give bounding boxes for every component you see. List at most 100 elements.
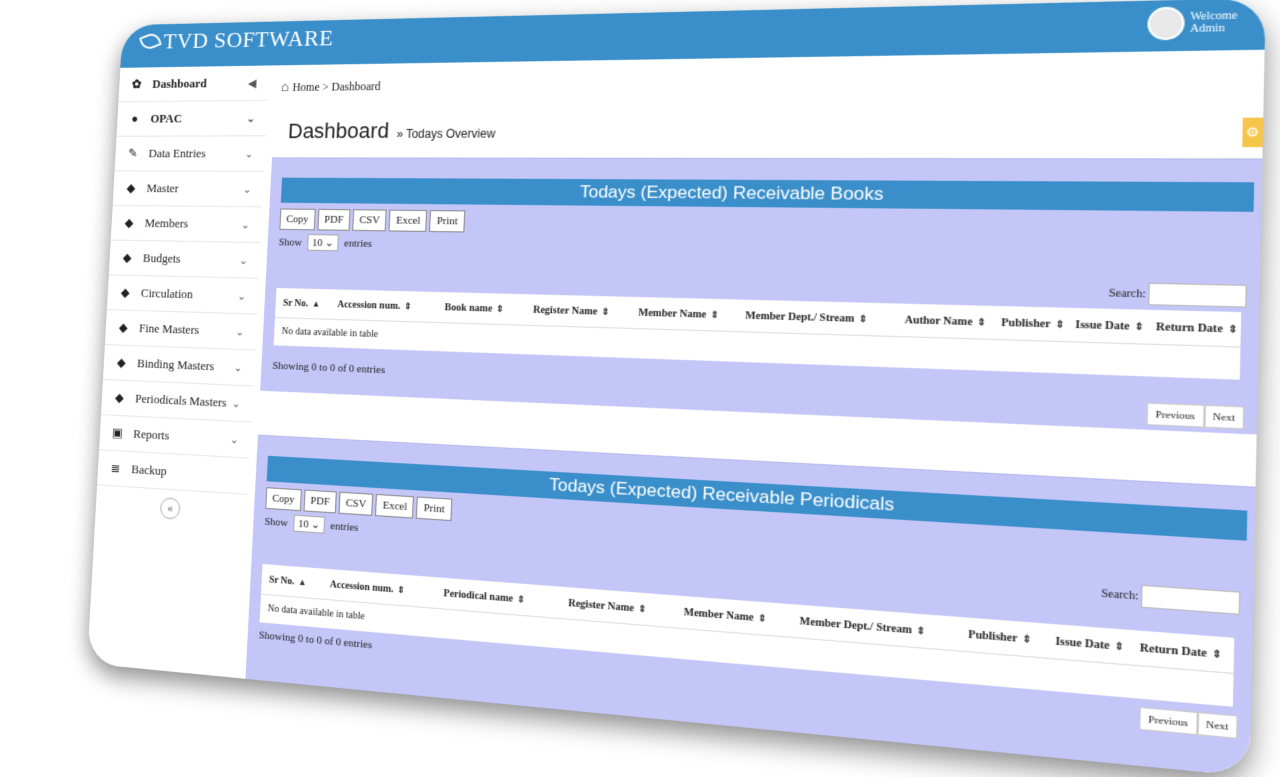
sort-icon: ⇕ <box>404 300 412 311</box>
column-header[interactable]: Member Name ⇕ <box>675 605 791 626</box>
page-header: Dashboard » Todays Overview <box>287 118 495 144</box>
tag-icon: ◆ <box>114 390 125 405</box>
sidebar-item-data-entries[interactable]: ✎ Data Entries ⌄ <box>114 136 266 172</box>
chevron-down-icon: ⌄ <box>246 112 256 125</box>
column-header[interactable]: Member Name ⇕ <box>630 307 737 321</box>
sidebar-item-label: OPAC <box>150 111 183 126</box>
show-label: Show <box>278 236 303 249</box>
books-table: Sr No. ▲ Accession num. ⇕ Book name ⇕ Regis… <box>273 287 1242 380</box>
sidebar-item-fine-masters[interactable]: ◆ Fine Masters ⌄ <box>104 310 257 351</box>
search-label: Search: <box>1108 286 1147 301</box>
chevron-down-icon: ⌄ <box>235 326 245 338</box>
sidebar-item-label: Circulation <box>140 285 194 302</box>
sidebar-item-label: Data Entries <box>148 145 207 161</box>
column-header[interactable]: Sr No. ▲ <box>275 297 330 309</box>
sort-icon: ⇕ <box>1134 320 1144 332</box>
column-header[interactable]: Member Dept./ Stream ⇕ <box>790 614 959 639</box>
avatar <box>1147 6 1186 41</box>
entries-label: entries <box>343 237 373 250</box>
excel-button[interactable]: Excel <box>375 493 415 519</box>
column-header[interactable]: Book name ⇕ <box>437 301 526 315</box>
column-header[interactable]: Register Name ⇕ <box>560 597 676 618</box>
breadcrumb: ⌂ Home > Dashboard <box>281 79 381 96</box>
sidebar-item-circulation[interactable]: ◆ Circulation ⌄ <box>106 275 259 315</box>
previous-button[interactable]: Previous <box>1146 402 1205 428</box>
sort-icon: ⇕ <box>1211 647 1222 660</box>
periodicals-panel: Todays (Expected) Receivable Periodicals… <box>244 434 1256 777</box>
main-content: ⌂ Home > Dashboard Dashboard » Todays Over… <box>238 6 1265 777</box>
column-header[interactable]: Periodical name ⇕ <box>435 587 560 608</box>
excel-button[interactable]: Excel <box>388 209 428 232</box>
chevron-down-icon: ⌄ <box>233 361 243 374</box>
entries-label: entries <box>330 519 359 534</box>
sidebar-item-label: Dashboard <box>152 75 208 91</box>
periodicals-pagination: Previous Next <box>1139 706 1238 739</box>
csv-button[interactable]: CSV <box>352 209 388 232</box>
books-search: Search: <box>1109 282 1247 308</box>
periodicals-table-info: Showing 0 to 0 of 0 entries <box>258 629 373 652</box>
column-header[interactable]: Member Dept./ Stream ⇕ <box>736 309 895 325</box>
active-indicator: ◀ <box>248 77 257 90</box>
sidebar-item-master[interactable]: ◆ Master ⌄ <box>112 171 264 208</box>
sidebar-item-label: Fine Masters <box>138 320 200 337</box>
tag-icon: ◆ <box>124 215 134 230</box>
column-header[interactable]: Accession num. ⇕ <box>329 299 437 313</box>
column-header[interactable]: Issue Date ⇕ <box>1066 318 1147 333</box>
entries-select[interactable]: 10 ⌄ <box>293 514 326 534</box>
sort-icon: ⇕ <box>496 303 505 314</box>
column-header[interactable]: Issue Date ⇕ <box>1045 634 1130 653</box>
next-button[interactable]: Next <box>1196 711 1238 739</box>
search-input[interactable] <box>1148 282 1247 308</box>
breadcrumb-home[interactable]: Home <box>292 80 320 94</box>
books-table-info: Showing 0 to 0 of 0 entries <box>272 359 386 377</box>
sort-icon: ⇕ <box>1055 318 1065 330</box>
search-label: Search: <box>1101 587 1139 603</box>
sidebar-item-members[interactable]: ◆ Members ⌄ <box>110 205 263 244</box>
sort-asc-icon: ▲ <box>311 298 321 309</box>
column-header[interactable]: Publisher ⇕ <box>992 316 1066 331</box>
sidebar-item-label: Backup <box>130 461 167 479</box>
column-header[interactable]: Register Name ⇕ <box>525 304 630 318</box>
column-header[interactable]: Publisher ⇕ <box>959 628 1046 647</box>
sidebar-item-dashboard[interactable]: ✿ Dashboard ◀ <box>118 65 270 103</box>
sidebar-item-backup[interactable]: ≣ Backup <box>97 450 250 495</box>
user-menu[interactable]: Welcome Admin <box>1147 5 1238 41</box>
column-header[interactable]: Sr No. ▲ <box>261 573 322 589</box>
sidebar-item-label: Budgets <box>142 250 181 266</box>
sort-icon: ⇕ <box>397 583 406 595</box>
sort-icon: ⇕ <box>916 624 926 637</box>
sort-icon: ⇕ <box>1022 632 1032 645</box>
entries-value: 10 <box>311 237 323 249</box>
column-header[interactable]: Return Date ⇕ <box>1130 641 1234 662</box>
page-title: Dashboard <box>287 118 390 143</box>
pdf-button[interactable]: PDF <box>303 489 337 514</box>
tag-icon: ◆ <box>116 354 127 370</box>
copy-button[interactable]: Copy <box>279 208 316 231</box>
entries-select[interactable]: 10 ⌄ <box>307 234 339 252</box>
sidebar-item-opac[interactable]: ● OPAC ⌄ <box>116 100 268 137</box>
previous-button[interactable]: Previous <box>1139 706 1198 736</box>
sidebar-item-budgets[interactable]: ◆ Budgets ⌄ <box>108 240 261 279</box>
chevron-down-icon: ⌄ <box>231 397 241 410</box>
brand-name: TVD SOFTWARE <box>162 25 335 55</box>
print-button[interactable]: Print <box>429 210 466 233</box>
copy-button[interactable]: Copy <box>265 487 302 512</box>
chevron-down-icon: ⌄ <box>237 290 247 303</box>
next-button[interactable]: Next <box>1203 404 1245 430</box>
csv-button[interactable]: CSV <box>338 491 374 516</box>
sidebar-item-label: Binding Masters <box>136 355 215 374</box>
column-header[interactable]: Accession num. ⇕ <box>322 578 436 598</box>
column-header[interactable]: Author Name ⇕ <box>895 314 992 329</box>
home-icon[interactable]: ⌂ <box>281 81 289 95</box>
sidebar-collapse-button[interactable]: « <box>159 497 181 520</box>
settings-gear-icon[interactable]: ⚙ <box>1242 117 1264 148</box>
show-label: Show <box>264 515 289 529</box>
chevron-down-icon: ⌄ <box>240 219 250 231</box>
pdf-button[interactable]: PDF <box>317 208 351 231</box>
brand-logo[interactable]: TVD SOFTWARE <box>139 25 335 56</box>
column-header[interactable]: Return Date ⇕ <box>1146 320 1241 335</box>
sort-icon: ⇕ <box>516 593 526 605</box>
print-button[interactable]: Print <box>416 496 453 522</box>
user-icon: ● <box>131 111 139 126</box>
sort-icon: ⇕ <box>638 602 647 614</box>
